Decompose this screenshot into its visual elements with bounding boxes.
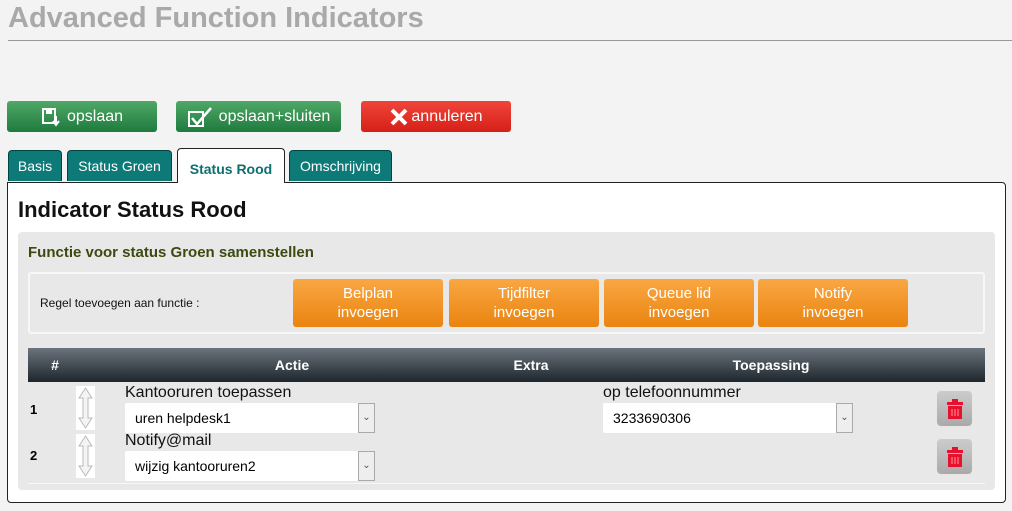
save-close-button[interactable]: opslaan+sluiten (176, 101, 341, 132)
chevron-down-icon: ⌄ (358, 403, 375, 433)
header-extra: Extra (513, 357, 549, 373)
cancel-button[interactable]: annuleren (361, 101, 511, 132)
chevron-down-icon: ⌄ (836, 403, 853, 433)
page-title: Advanced Function Indicators (8, 2, 424, 34)
header-action: Actie (274, 357, 310, 373)
button-line: Notify (813, 285, 853, 302)
table-header: # Actie Extra Toepassing (28, 348, 985, 382)
insert-belplan-button[interactable]: Belplan invoegen (293, 279, 443, 327)
application-label: op telefoonnummer (603, 384, 741, 401)
cancel-label: annuleren (411, 107, 483, 125)
checkbox-check-icon (187, 106, 212, 127)
button-line: invoegen (802, 304, 864, 321)
select-value: uren helpdesk1 (135, 410, 231, 426)
trash-icon (946, 446, 963, 467)
table-bottom-divider (28, 483, 985, 484)
tab-status-rood[interactable]: Status Rood (177, 148, 285, 183)
insert-notify-button[interactable]: Notify invoegen (758, 279, 908, 327)
action-select[interactable]: uren helpdesk1 ⌄ (125, 403, 375, 433)
delete-row-button[interactable] (937, 391, 972, 426)
action-select[interactable]: wijzig kantooruren2 ⌄ (125, 451, 375, 481)
select-value: wijzig kantooruren2 (135, 458, 256, 474)
header-num: # (51, 357, 59, 373)
select-value: 3233690306 (613, 410, 691, 426)
button-line: invoegen (337, 304, 399, 321)
button-line: invoegen (493, 304, 555, 321)
button-line: invoegen (648, 304, 710, 321)
application-select[interactable]: 3233690306 ⌄ (603, 403, 853, 433)
function-subheading: Functie voor status Groen samenstellen (28, 244, 314, 261)
panel-heading: Indicator Status Rood (18, 197, 247, 222)
row-number: 1 (30, 402, 38, 417)
trash-icon (946, 398, 963, 419)
chevron-down-icon: ⌄ (358, 451, 375, 481)
tab-status-groen[interactable]: Status Groen (67, 150, 172, 181)
tab-basis[interactable]: Basis (8, 150, 62, 181)
insert-tijdfilter-button[interactable]: Tijdfilter invoegen (449, 279, 599, 327)
save-label: opslaan (66, 107, 124, 125)
button-line: Queue lid (646, 285, 712, 302)
drag-handle-icon[interactable] (76, 386, 95, 430)
add-rule-label: Regel toevoegen aan functie : (40, 296, 200, 310)
save-close-label: opslaan+sluiten (218, 107, 331, 125)
header-application: Toepassing (732, 357, 810, 373)
button-line: Belplan (342, 285, 394, 302)
action-label: Kantooruren toepassen (125, 384, 292, 401)
close-icon (390, 108, 408, 125)
tab-omschrijving[interactable]: Omschrijving (289, 150, 392, 181)
save-button[interactable]: opslaan (7, 101, 157, 132)
delete-row-button[interactable] (937, 439, 972, 474)
insert-queue-lid-button[interactable]: Queue lid invoegen (604, 279, 754, 327)
button-line: Tijdfilter (498, 285, 550, 302)
title-divider (8, 40, 1012, 41)
save-icon (41, 107, 60, 127)
row-number: 2 (30, 448, 38, 463)
action-label: Notify@mail (125, 432, 212, 449)
drag-handle-icon[interactable] (76, 434, 95, 478)
